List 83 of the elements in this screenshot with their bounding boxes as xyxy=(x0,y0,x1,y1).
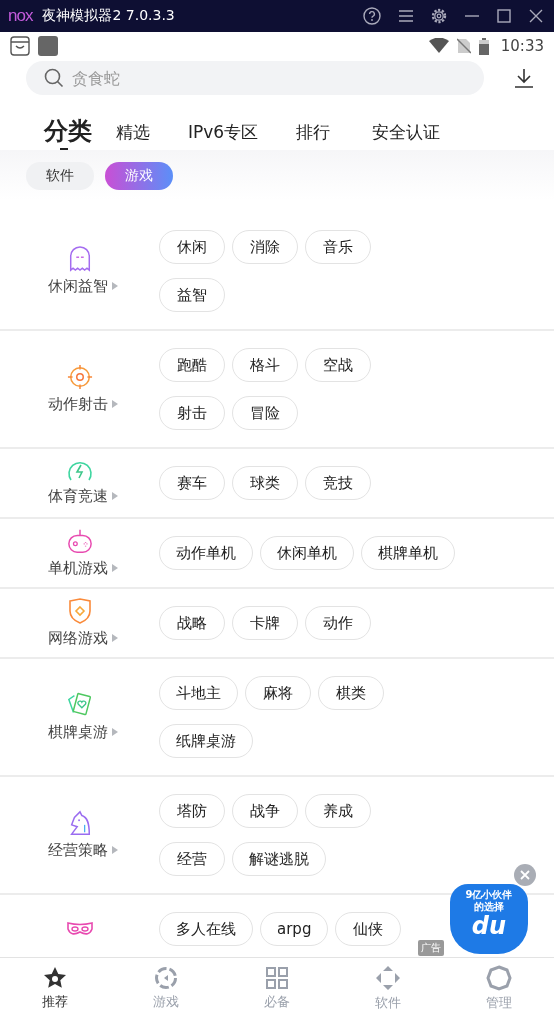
category-tab[interactable]: 排行 xyxy=(296,121,345,150)
tag-chip[interactable]: 空战 xyxy=(305,348,371,382)
tag-chip[interactable]: 休闲 xyxy=(159,230,225,264)
ad-slogan: 9亿小伙伴的选择 xyxy=(464,889,514,912)
tag-chip[interactable]: 战略 xyxy=(159,606,225,640)
tag-chip[interactable]: 球类 xyxy=(232,466,298,500)
tag-chip[interactable]: 格斗 xyxy=(232,348,298,382)
menu-icon[interactable] xyxy=(398,9,414,23)
category-name[interactable]: 单机游戏 xyxy=(47,558,108,578)
shield-icon xyxy=(67,598,92,624)
mask-icon xyxy=(65,920,94,938)
search-icon xyxy=(44,68,64,88)
search-field[interactable]: 贪食蛇 xyxy=(26,61,484,95)
crosshair-icon xyxy=(65,364,94,390)
window-title: 夜神模拟器2 7.0.3.3 xyxy=(42,7,175,25)
segment-button[interactable]: 软件 xyxy=(26,162,94,190)
ad-label: 广告 xyxy=(418,940,444,956)
tag-chip[interactable]: 塔防 xyxy=(159,794,225,828)
ad-logo[interactable]: 9亿小伙伴的选择 du xyxy=(450,884,528,954)
triangle-icon xyxy=(111,846,118,854)
cards-icon xyxy=(65,692,94,718)
tag-chip[interactable]: 麻将 xyxy=(245,676,311,710)
category-name[interactable]: 网络游戏 xyxy=(47,628,108,648)
triangle-icon xyxy=(111,282,118,290)
tag-chip[interactable]: 多人在线 xyxy=(159,912,253,946)
tag-chip[interactable]: 棋类 xyxy=(318,676,384,710)
tag-chip[interactable]: 休闲单机 xyxy=(260,536,354,570)
tag-chip[interactable]: 竞技 xyxy=(305,466,371,500)
tag-chip[interactable]: 动作 xyxy=(305,606,371,640)
category-name[interactable]: 棋牌桌游 xyxy=(47,722,108,742)
ring-icon xyxy=(485,964,512,991)
triangle-icon xyxy=(111,400,118,408)
clock-time: 10:33 xyxy=(500,37,544,55)
tag-chip[interactable]: 养成 xyxy=(305,794,371,828)
category-name[interactable]: 休闲益智 xyxy=(47,276,108,296)
speedometer-icon xyxy=(65,460,94,482)
ad-brand: du xyxy=(471,914,507,938)
shopping-bag-icon xyxy=(10,36,30,56)
tag-chip[interactable]: 卡牌 xyxy=(232,606,298,640)
tag-chip[interactable]: 射击 xyxy=(159,396,225,430)
tag-chip[interactable]: 益智 xyxy=(159,278,225,312)
tag-chip[interactable]: 棋牌单机 xyxy=(361,536,455,570)
game-disc-icon xyxy=(154,965,179,990)
close-icon[interactable] xyxy=(528,8,544,24)
category-tab[interactable]: 分类 xyxy=(44,115,106,150)
triangle-icon xyxy=(111,634,118,642)
diamond-arrows-icon xyxy=(374,964,401,991)
no-sim-icon xyxy=(456,38,471,54)
tag-chip[interactable]: 仙侠 xyxy=(335,912,402,946)
maximize-icon[interactable] xyxy=(496,8,512,24)
triangle-icon xyxy=(111,728,118,736)
tag-chip[interactable]: 跑酷 xyxy=(159,348,225,382)
tag-chip[interactable]: arpg xyxy=(260,912,329,946)
category-tab[interactable]: 精选 xyxy=(116,121,164,150)
tag-chip[interactable]: 经营 xyxy=(159,842,225,876)
tag-chip[interactable]: 音乐 xyxy=(305,230,371,264)
grid-icon xyxy=(265,965,289,990)
nav-item[interactable]: 推荐 xyxy=(0,958,111,1018)
category-tab[interactable]: IPv6专区 xyxy=(188,121,273,150)
triangle-icon xyxy=(111,492,118,500)
tag-chip[interactable]: 纸牌桌游 xyxy=(159,724,253,758)
triangle-icon xyxy=(111,564,118,572)
square-icon xyxy=(38,36,58,56)
gamepad-icon xyxy=(65,528,94,554)
category-name[interactable]: 动作射击 xyxy=(47,394,108,414)
settings-icon[interactable] xyxy=(430,7,448,25)
app-logo: nox xyxy=(8,6,33,26)
tag-chip[interactable]: 冒险 xyxy=(232,396,298,430)
category-name[interactable]: 体育竞速 xyxy=(47,486,108,506)
tag-chip[interactable]: 赛车 xyxy=(159,466,225,500)
wifi-icon xyxy=(428,38,449,54)
star-icon xyxy=(43,965,68,990)
battery-icon xyxy=(478,37,489,55)
download-icon[interactable] xyxy=(514,68,534,88)
category-tab[interactable]: 安全认证 xyxy=(372,121,455,150)
help-icon[interactable] xyxy=(362,6,382,26)
tag-chip[interactable]: 战争 xyxy=(232,794,298,828)
tag-chip[interactable]: 消除 xyxy=(232,230,298,264)
tag-chip[interactable]: 斗地主 xyxy=(159,676,238,710)
category-name[interactable]: 经营策略 xyxy=(47,840,108,860)
tag-chip[interactable]: 解谜逃脱 xyxy=(232,842,326,876)
segment-button[interactable]: 游戏 xyxy=(105,162,173,190)
tag-chip[interactable]: 动作单机 xyxy=(159,536,253,570)
